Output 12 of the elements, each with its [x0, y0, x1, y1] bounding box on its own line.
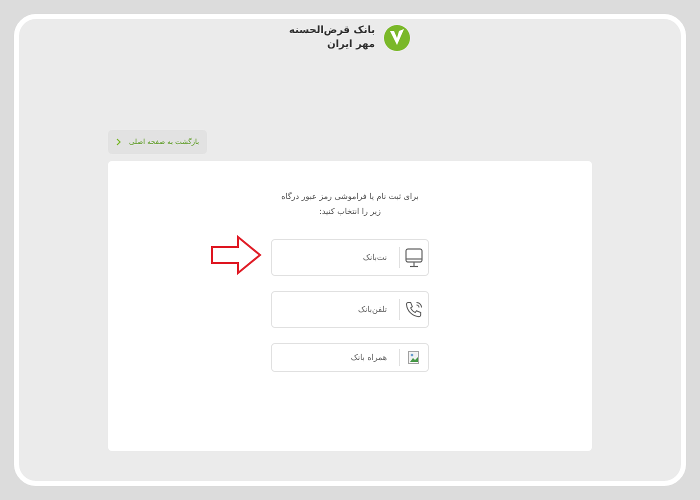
phone-icon	[404, 300, 424, 320]
bank-name-subtitle: مهر ایران	[326, 38, 375, 52]
gateway-option[interactable]: نت‌بانک	[271, 239, 429, 276]
broken-image-icon	[408, 351, 420, 364]
instruction-text: برای ثبت نام یا فراموشی رمز عبور درگاه زیر را انتخاب کنید:	[280, 191, 420, 218]
gateway-option[interactable]: همراه بانک	[271, 343, 429, 372]
bank-name: بانک قرض‌الحسنه	[289, 24, 375, 38]
monitor-icon	[405, 248, 423, 268]
gateway-option[interactable]: تلفن‌بانک	[271, 291, 429, 328]
checkmark-logo-icon	[382, 23, 411, 53]
arrow-icon	[210, 235, 262, 275]
chevron-icon	[116, 138, 121, 146]
